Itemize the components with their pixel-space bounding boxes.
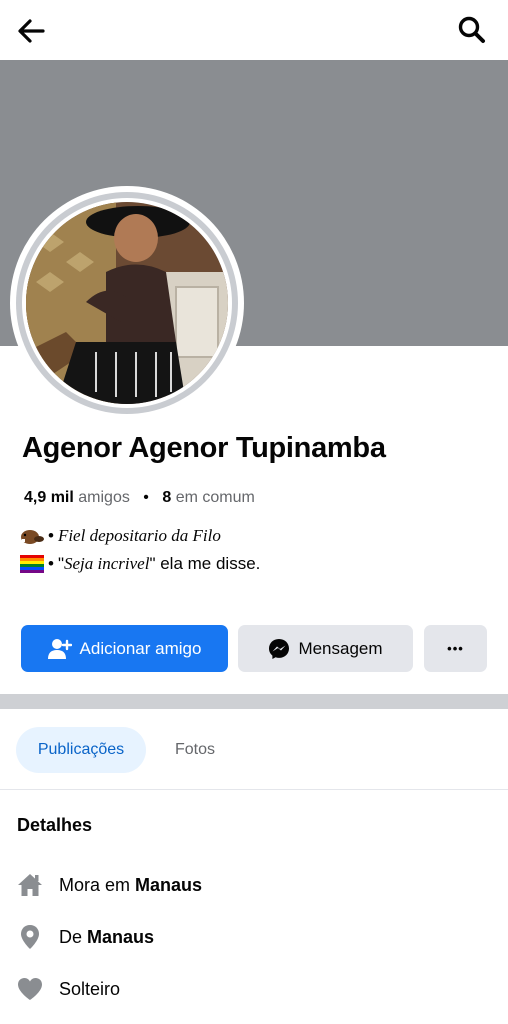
bio-quote-italic: Seja incrivel (64, 554, 150, 573)
friends-label: amigos (78, 489, 130, 506)
tab-fotos-label: Fotos (174, 741, 215, 758)
add-friend-label: Adicionar amigo (79, 638, 202, 658)
tab-fotos[interactable]: Fotos (156, 727, 234, 773)
avatar-photo (22, 198, 232, 408)
arrow-left-icon (18, 19, 45, 43)
friends-count: 4,9 mil (24, 489, 74, 506)
profile-picture[interactable] (10, 186, 244, 420)
add-friend-icon (47, 638, 72, 660)
profile-name: Agenor Agenor Tupinamba (22, 432, 386, 464)
detail-relationship-prefix: Solteiro (59, 978, 121, 999)
mutual-count: 8 (162, 489, 172, 506)
more-options-button[interactable]: ••• (424, 625, 487, 672)
home-icon (16, 871, 44, 899)
details-title: Detalhes (17, 815, 93, 835)
message-label: Mensagem (298, 638, 383, 658)
bio-text-2: ela me disse. (155, 554, 261, 573)
profile-tabs: Publicações Fotos (0, 712, 508, 790)
top-bar (0, 0, 508, 60)
tab-publicacoes-label: Publicações (37, 741, 125, 758)
message-button[interactable]: Mensagem (238, 625, 413, 672)
detail-from-value: Manaus (87, 926, 155, 947)
profile-bio: • Fiel depositario da Filo • " Seja incr… (20, 522, 260, 578)
detail-lives-in-prefix: Mora em (59, 874, 131, 895)
add-friend-button[interactable]: Adicionar amigo (21, 625, 228, 672)
bio-bullet-2: • (48, 554, 54, 573)
section-divider (0, 694, 508, 709)
mutual-label: em comum (175, 489, 255, 506)
friends-stats[interactable]: 4,9 mil amigos • 8 em comum (24, 489, 255, 507)
bio-line-1: • Fiel depositario da Filo (20, 522, 260, 550)
rainbow-flag-emoji (20, 555, 46, 573)
location-pin-icon (16, 923, 44, 951)
bio-bullet-1: • (48, 526, 54, 545)
stats-separator: • (143, 489, 149, 506)
detail-from[interactable]: De Manaus (16, 922, 154, 952)
detail-relationship[interactable]: Solteiro (16, 974, 120, 1004)
search-button[interactable] (456, 14, 488, 46)
detail-lives-in-value: Manaus (135, 874, 203, 895)
detail-lives-in[interactable]: Mora em Manaus (16, 870, 202, 900)
back-button[interactable] (14, 14, 48, 48)
messenger-icon (268, 638, 290, 660)
heart-icon (16, 975, 44, 1003)
beaver-emoji (20, 527, 46, 545)
tab-publicacoes[interactable]: Publicações (16, 727, 146, 773)
search-icon (458, 16, 485, 43)
bio-text-1: Fiel depositario da Filo (57, 526, 221, 545)
more-dots-icon: ••• (447, 641, 464, 656)
bio-line-2: • " Seja incrivel " ela me disse. (20, 550, 260, 578)
detail-from-prefix: De (59, 926, 83, 947)
